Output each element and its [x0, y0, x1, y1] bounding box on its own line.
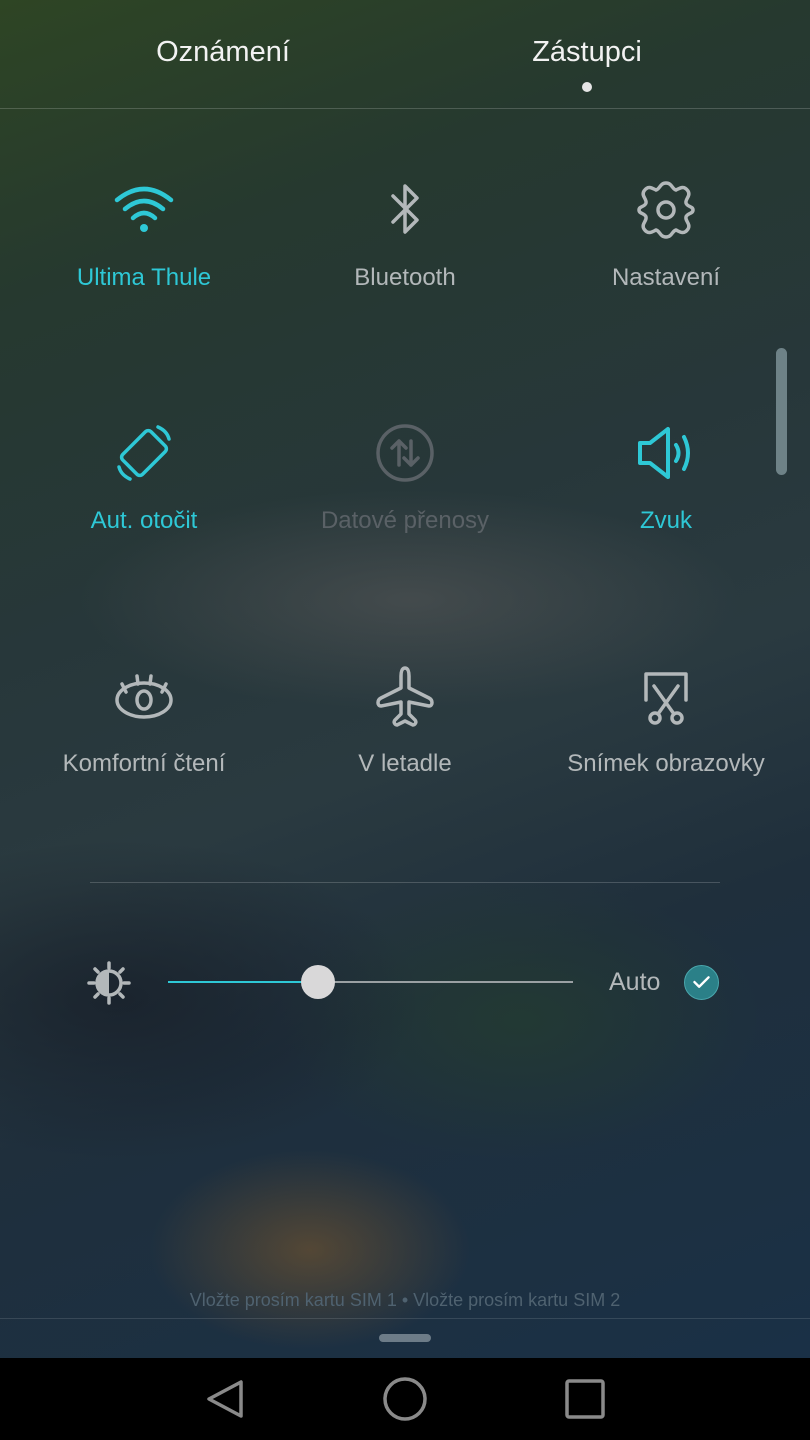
auto-brightness-checkbox[interactable]	[684, 965, 719, 1000]
tile-label: Nastavení	[611, 264, 721, 291]
eye-icon	[115, 674, 173, 719]
bottom-divider	[0, 1318, 810, 1319]
back-icon[interactable]	[201, 1374, 251, 1424]
brightness-slider[interactable]	[168, 962, 573, 1002]
tab-notifications[interactable]: Oznámení	[156, 36, 290, 69]
drag-handle[interactable]	[379, 1334, 431, 1342]
checkmark-icon	[693, 976, 710, 988]
recents-icon[interactable]	[560, 1374, 610, 1424]
airplane-icon	[376, 666, 434, 727]
tile-screenshot[interactable]: Snímek obrazovky	[536, 664, 796, 779]
tile-label: Snímek obrazovky	[567, 750, 765, 777]
active-tab-indicator	[582, 82, 592, 92]
tile-label: Zvuk	[639, 507, 692, 534]
tile-airplane[interactable]: V letadle	[275, 664, 535, 779]
tile-auto-rotate[interactable]: Aut. otočit	[14, 421, 274, 536]
tile-label: Bluetooth	[354, 264, 456, 291]
tile-label: Ultima Thule	[76, 264, 212, 291]
tile-bluetooth[interactable]: Bluetooth	[275, 178, 535, 293]
divider	[90, 882, 720, 883]
tile-label: Komfortní čtení	[62, 750, 226, 777]
navigation-bar	[0, 1358, 810, 1440]
wifi-icon	[114, 186, 174, 232]
tile-eye-comfort[interactable]: Komfortní čtení	[14, 664, 274, 779]
tile-label: Aut. otočit	[90, 507, 198, 534]
home-icon[interactable]	[380, 1374, 430, 1424]
gear-icon	[637, 181, 695, 239]
bluetooth-icon	[391, 184, 419, 234]
tile-label: Datové přenosy	[320, 507, 490, 534]
speaker-icon	[638, 427, 690, 479]
sim-status-text: Vložte prosím kartu SIM 1 • Vložte prosí…	[189, 1290, 621, 1310]
scrollbar[interactable]	[776, 348, 787, 475]
brightness-icon	[87, 961, 131, 1005]
auto-brightness-label: Auto	[609, 968, 661, 996]
slider-thumb[interactable]	[300, 965, 335, 999]
rotate-icon	[117, 425, 171, 481]
slider-fill	[168, 981, 318, 983]
tab-shortcuts[interactable]: Zástupci	[532, 36, 642, 69]
tile-label: V letadle	[358, 750, 452, 777]
data-transfer-icon	[376, 424, 434, 482]
tile-wifi[interactable]: Ultima Thule	[14, 178, 274, 293]
tile-mobile-data[interactable]: Datové přenosy	[275, 421, 535, 536]
tile-sound[interactable]: Zvuk	[536, 421, 796, 536]
header-tabs: Oznámení Zástupci	[0, 0, 810, 109]
screenshot-scissors-icon	[644, 672, 688, 725]
tile-settings[interactable]: Nastavení	[536, 178, 796, 293]
